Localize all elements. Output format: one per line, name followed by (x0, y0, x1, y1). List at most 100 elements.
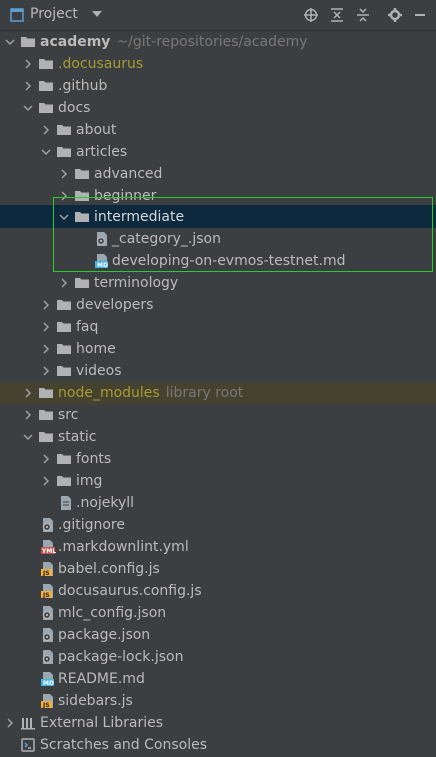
tree-row-docusaurus[interactable]: .docusaurus (0, 53, 436, 75)
tree-row-about[interactable]: about (0, 119, 436, 141)
chevron-right-icon[interactable] (58, 190, 70, 202)
tree-row-docs[interactable]: docs (0, 97, 436, 119)
config-file-icon (42, 518, 53, 532)
chevron-right-icon[interactable] (40, 475, 52, 487)
tree-row-readme[interactable]: MD README.md (0, 668, 436, 690)
chevron-right-icon[interactable] (22, 387, 34, 399)
tree-row-node-modules[interactable]: node_modules library root (0, 382, 436, 404)
tree-row-babel-config[interactable]: JS babel.config.js (0, 558, 436, 580)
expand-all-icon[interactable] (329, 7, 345, 23)
yml-badge: YML (42, 548, 57, 555)
folder-icon (39, 81, 53, 91)
tree-label-img: img (76, 473, 103, 489)
locate-icon[interactable] (303, 7, 319, 23)
folder-icon (57, 125, 71, 135)
tree-label-home: home (76, 341, 116, 357)
tree-label-external-libraries: External Libraries (40, 715, 163, 731)
tree-row-category-json[interactable]: _category_.json (0, 228, 436, 250)
tree-label-category-json: _category_.json (112, 231, 221, 247)
chevron-right-icon[interactable] (22, 80, 34, 92)
collapse-all-icon[interactable] (355, 7, 371, 23)
tree-row-sidebars[interactable]: JS sidebars.js (0, 690, 436, 712)
chevron-down-icon[interactable] (92, 11, 102, 17)
tree-row-mlc-config[interactable]: mlc_config.json (0, 602, 436, 624)
library-icon (21, 718, 35, 730)
tree-label-nojekyll: .nojekyll (76, 495, 135, 511)
tree-row-package-lock[interactable]: package-lock.json (0, 646, 436, 668)
chevron-down-icon[interactable] (4, 36, 16, 48)
tree-label-markdownlint: .markdownlint.yml (58, 539, 189, 555)
folder-icon (39, 388, 53, 398)
tree-row-home[interactable]: home (0, 338, 436, 360)
md-badge: MD (43, 680, 54, 687)
tree-label-src: src (58, 407, 79, 423)
tree-row-static[interactable]: static (0, 426, 436, 448)
folder-icon (57, 147, 71, 157)
chevron-down-icon[interactable] (22, 431, 34, 443)
chevron-right-icon[interactable] (40, 321, 52, 333)
folder-icon (57, 454, 71, 464)
tree-row-beginner[interactable]: beginner (0, 185, 436, 207)
folder-icon (75, 169, 89, 179)
tree-label-sidebars: sidebars.js (58, 693, 133, 709)
tree-row-external-libraries[interactable]: External Libraries (0, 712, 436, 734)
json-file-icon (96, 232, 107, 246)
tree-label-intermediate: intermediate (94, 209, 185, 225)
folder-icon (75, 278, 89, 288)
chevron-right-icon[interactable] (40, 343, 52, 355)
tree-label-videos: videos (76, 363, 122, 379)
chevron-right-icon[interactable] (22, 409, 34, 421)
project-view-title[interactable]: Project (30, 6, 78, 22)
tree-row-terminology[interactable]: terminology (0, 272, 436, 294)
js-badge: JS (43, 570, 50, 577)
chevron-right-icon[interactable] (58, 168, 70, 180)
folder-icon (39, 103, 53, 113)
tree-label-docusaurus: .docusaurus (58, 56, 144, 72)
tree-row-img[interactable]: img (0, 470, 436, 492)
chevron-right-icon[interactable] (4, 717, 16, 729)
chevron-down-icon[interactable] (58, 211, 70, 223)
json-file-icon (42, 628, 53, 642)
tree-row-faq[interactable]: faq (0, 316, 436, 338)
library-root-hint: library root (165, 385, 244, 401)
tree-row-gitignore[interactable]: .gitignore (0, 514, 436, 536)
chevron-right-icon[interactable] (58, 277, 70, 289)
tree-row-scratches[interactable]: Scratches and Consoles (0, 734, 436, 756)
tree-label-beginner: beginner (94, 188, 157, 204)
tree-row-videos[interactable]: videos (0, 360, 436, 382)
settings-icon[interactable] (387, 7, 403, 23)
chevron-down-icon[interactable] (22, 102, 34, 114)
tree-row-academy[interactable]: academy ~/git-repositories/academy (0, 31, 436, 53)
text-file-icon (61, 496, 71, 510)
tree-label-fonts: fonts (76, 451, 112, 467)
tree-row-advanced[interactable]: advanced (0, 163, 436, 185)
tree-row-articles[interactable]: articles (0, 141, 436, 163)
tree-row-package-json[interactable]: package.json (0, 624, 436, 646)
folder-icon (39, 432, 53, 442)
tree-row-nojekyll[interactable]: .nojekyll (0, 492, 436, 514)
folder-icon (57, 322, 71, 332)
tree-label-docusaurus-config: docusaurus.config.js (58, 583, 202, 599)
folder-icon (57, 476, 71, 486)
folder-icon (57, 300, 71, 310)
chevron-down-icon[interactable] (40, 146, 52, 158)
hide-icon[interactable] (412, 7, 428, 23)
folder-icon (39, 410, 53, 420)
tree-row-github[interactable]: .github (0, 75, 436, 97)
tree-label-babel-config: babel.config.js (58, 561, 160, 577)
tree-row-fonts[interactable]: fonts (0, 448, 436, 470)
tree-row-developing-md[interactable]: MD developing-on-evmos-testnet.md (0, 250, 436, 272)
chevron-right-icon[interactable] (40, 299, 52, 311)
tree-row-intermediate[interactable]: intermediate (0, 205, 436, 228)
tree-label-gitignore: .gitignore (58, 517, 125, 533)
tree-label-docs: docs (58, 100, 91, 116)
chevron-right-icon[interactable] (40, 453, 52, 465)
tree-row-developers[interactable]: developers (0, 294, 436, 316)
chevron-right-icon[interactable] (40, 365, 52, 377)
chevron-right-icon[interactable] (40, 124, 52, 136)
tree-row-src[interactable]: src (0, 404, 436, 426)
tree-row-docusaurus-config[interactable]: JS docusaurus.config.js (0, 580, 436, 602)
tree-label-static: static (58, 429, 97, 445)
tree-row-markdownlint[interactable]: YML .markdownlint.yml (0, 536, 436, 558)
chevron-right-icon[interactable] (22, 58, 34, 70)
